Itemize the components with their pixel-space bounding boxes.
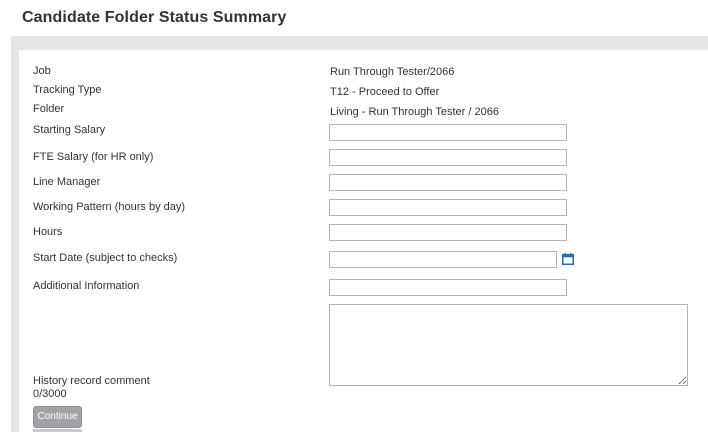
start-date-label: Start Date (subject to checks) — [33, 252, 178, 264]
working-pattern-label: Working Pattern (hours by day) — [33, 201, 186, 213]
folder-label: Folder — [33, 103, 65, 115]
start-date-input[interactable] — [329, 251, 557, 268]
fte-salary-label: FTE Salary (for HR only) — [33, 151, 154, 163]
hours-label: Hours — [33, 226, 63, 238]
history-record-comment-label: History record comment — [33, 375, 150, 387]
job-value: Run Through Tester/2066 — [330, 66, 455, 78]
additional-information-input[interactable] — [329, 279, 567, 296]
line-manager-label: Line Manager — [33, 176, 101, 188]
folder-value: Living - Run Through Tester / 2066 — [330, 106, 499, 118]
hours-input[interactable] — [329, 224, 567, 241]
additional-information-label: Additional Information — [33, 280, 140, 292]
tracking-type-label: Tracking Type — [33, 84, 102, 96]
tracking-type-value: T12 - Proceed to Offer — [330, 86, 440, 98]
working-pattern-input[interactable] — [329, 199, 567, 216]
history-record-comment-textarea[interactable] — [329, 304, 688, 386]
calendar-icon[interactable] — [562, 253, 574, 265]
continue-button[interactable]: Continue — [33, 406, 82, 428]
starting-salary-input[interactable] — [329, 124, 567, 141]
character-counter: 0/3000 — [33, 388, 67, 400]
job-label: Job — [33, 65, 51, 77]
line-manager-input[interactable] — [329, 174, 567, 191]
starting-salary-label: Starting Salary — [33, 124, 106, 136]
fte-salary-input[interactable] — [329, 149, 567, 166]
page-title: Candidate Folder Status Summary — [22, 9, 287, 26]
